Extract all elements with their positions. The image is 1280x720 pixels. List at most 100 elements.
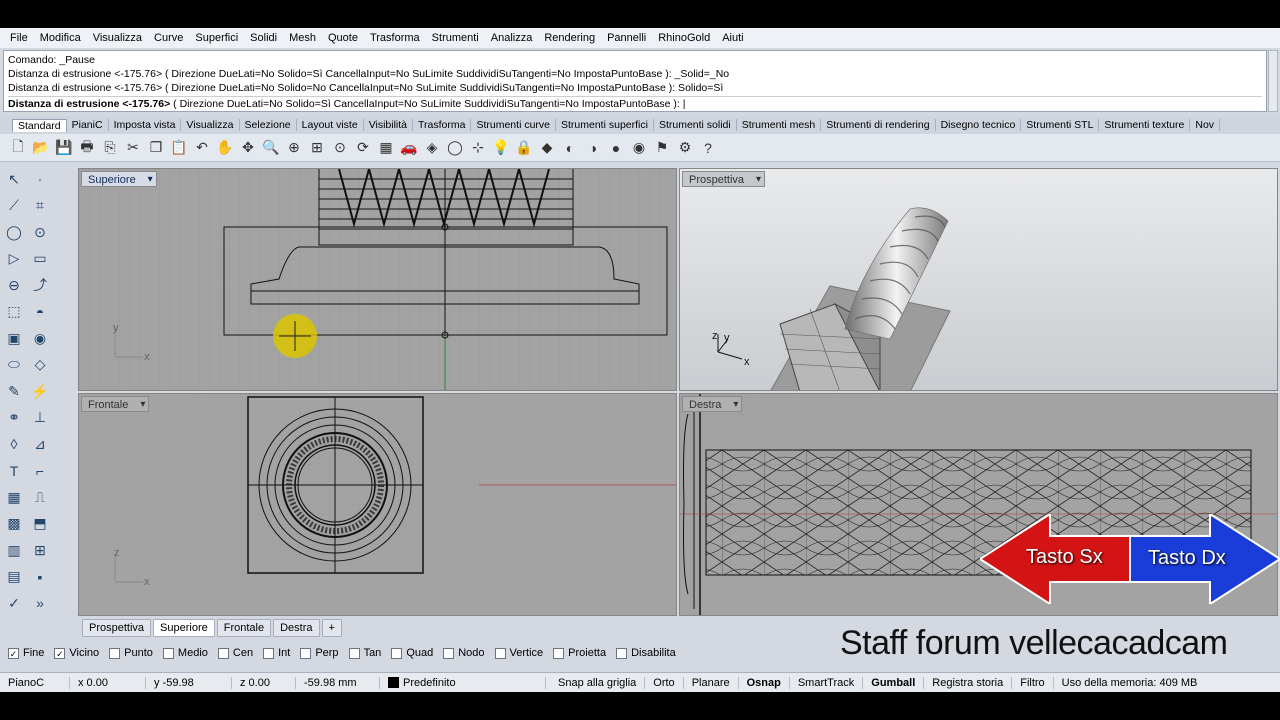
side-tool-14-icon[interactable]: ⬭ xyxy=(3,354,25,376)
side-tool-22-icon[interactable]: T xyxy=(3,460,25,482)
osnap-4[interactable]: Cen xyxy=(217,647,253,659)
open-icon[interactable]: 📂 xyxy=(31,138,51,158)
lock-icon[interactable]: 🔒 xyxy=(514,138,534,158)
menu-item-6[interactable]: Mesh xyxy=(283,32,322,44)
osnap-checkbox-11[interactable] xyxy=(553,647,565,659)
status-filter[interactable]: Filtro xyxy=(1012,676,1054,689)
tab-8[interactable]: Strumenti curve xyxy=(471,119,556,131)
side-tool-11-icon[interactable]: ◓ xyxy=(29,301,51,323)
tab-4[interactable]: Selezione xyxy=(240,119,297,131)
tab-15[interactable]: Strumenti texture xyxy=(1099,119,1191,131)
side-tool-6-icon[interactable]: ▷ xyxy=(3,248,25,270)
status-osnap[interactable]: Osnap xyxy=(739,676,790,689)
tab-5[interactable]: Layout viste xyxy=(297,119,364,131)
side-tool-26-icon[interactable]: ▩ xyxy=(3,513,25,535)
side-tool-31-icon[interactable]: ▪ xyxy=(29,566,51,588)
tab-12[interactable]: Strumenti di rendering xyxy=(821,119,936,131)
status-cplane[interactable]: PianoC xyxy=(0,676,70,689)
filter-icon[interactable]: ⚑ xyxy=(652,138,672,158)
tab-0[interactable]: Standard xyxy=(12,118,67,132)
zoom-window-icon[interactable]: ⊕ xyxy=(284,138,304,158)
osnap-1[interactable]: ✓ Vicino xyxy=(54,647,99,659)
side-tool-27-icon[interactable]: ⬒ xyxy=(29,513,51,535)
print-icon[interactable]: 🖶 xyxy=(77,138,97,158)
options-icon[interactable]: ⚙ xyxy=(675,138,695,158)
viewport-title-right[interactable]: Destra xyxy=(682,396,743,413)
command-prompt-options[interactable]: ( Direzione DueLati=No Solido=Sì Cancell… xyxy=(170,98,685,110)
side-tool-1-icon[interactable]: · xyxy=(29,168,51,190)
car-icon[interactable]: 🚗 xyxy=(399,138,419,158)
rotate-view-icon[interactable]: ⟳ xyxy=(353,138,373,158)
side-tool-4-icon[interactable]: ◯ xyxy=(3,221,25,243)
menu-item-10[interactable]: Analizza xyxy=(485,32,539,44)
osnap-checkbox-1[interactable]: ✓ xyxy=(54,647,66,659)
tab-7[interactable]: Trasforma xyxy=(413,119,472,131)
viewport-tab-1[interactable]: Superiore xyxy=(153,619,215,637)
osnap-checkbox-12[interactable] xyxy=(616,647,628,659)
light-icon[interactable]: 💡 xyxy=(491,138,511,158)
command-prompt[interactable]: Distanza di estrusione <-175.76> ( Direz… xyxy=(8,96,1262,111)
menu-item-5[interactable]: Solidi xyxy=(244,32,283,44)
osnap-2[interactable]: Punto xyxy=(109,647,153,659)
osnap-0[interactable]: ✓ Fine xyxy=(8,647,44,659)
osnap-checkbox-5[interactable] xyxy=(263,647,275,659)
menu-item-14[interactable]: Aiuti xyxy=(716,32,749,44)
menu-item-7[interactable]: Quote xyxy=(322,32,364,44)
menu-item-11[interactable]: Rendering xyxy=(538,32,601,44)
osnap-7[interactable]: Tan xyxy=(348,647,381,659)
side-tool-18-icon[interactable]: ⚭ xyxy=(3,407,25,429)
tab-11[interactable]: Strumenti mesh xyxy=(737,119,822,131)
viewport-title-front[interactable]: Frontale xyxy=(81,396,150,413)
side-tool-13-icon[interactable]: ◉ xyxy=(29,327,51,349)
side-tool-9-icon[interactable]: ⤴ xyxy=(29,274,51,296)
osnap-3[interactable]: Medio xyxy=(162,647,208,659)
menu-item-12[interactable]: Pannelli xyxy=(601,32,652,44)
tab-13[interactable]: Disegno tecnico xyxy=(936,119,1022,131)
side-tool-10-icon[interactable]: ⬚ xyxy=(3,301,25,323)
circle-icon[interactable]: ◯ xyxy=(445,138,465,158)
zoom-icon[interactable]: 🔍 xyxy=(261,138,281,158)
osnap-5[interactable]: Int xyxy=(263,647,290,659)
move-icon[interactable]: ✥ xyxy=(238,138,258,158)
status-gumball[interactable]: Gumball xyxy=(863,676,925,689)
viewport-title-top[interactable]: Superiore xyxy=(81,171,157,188)
side-tool-28-icon[interactable]: ▥ xyxy=(3,539,25,561)
tab-3[interactable]: Visualizza xyxy=(181,119,240,131)
osnap-6[interactable]: Perp xyxy=(300,647,339,659)
side-tool-8-icon[interactable]: ⊖ xyxy=(3,274,25,296)
zoom-extents-icon[interactable]: ⊞ xyxy=(307,138,327,158)
render-icon[interactable]: ◈ xyxy=(422,138,442,158)
viewport-perspective[interactable]: Prospettiva y x z xyxy=(679,168,1278,391)
viewport-tab-2[interactable]: Frontale xyxy=(216,619,272,637)
status-ortho[interactable]: Orto xyxy=(645,676,684,689)
status-grid-snap[interactable]: Snap alla griglia xyxy=(550,676,646,689)
tab-1[interactable]: PianiC xyxy=(67,119,109,131)
osnap-checkbox-8[interactable] xyxy=(391,647,403,659)
side-tool-7-icon[interactable]: ▭ xyxy=(29,248,51,270)
color-icon[interactable]: ◐ xyxy=(560,138,580,158)
sphere-icon[interactable]: ● xyxy=(606,138,626,158)
paste-icon[interactable]: 📋 xyxy=(169,138,189,158)
import-icon[interactable]: ⎘ xyxy=(100,138,120,158)
undo-icon[interactable]: ↶ xyxy=(192,138,212,158)
side-tool-2-icon[interactable]: ⟋ xyxy=(3,195,25,217)
tab-10[interactable]: Strumenti solidi xyxy=(654,119,737,131)
side-tool-29-icon[interactable]: ⊞ xyxy=(29,539,51,561)
side-tool-21-icon[interactable]: ⊿ xyxy=(29,433,51,455)
save-icon[interactable]: 💾 xyxy=(54,138,74,158)
layer-icon[interactable]: ◆ xyxy=(537,138,557,158)
copy-icon[interactable]: ❐ xyxy=(146,138,166,158)
menu-item-0[interactable]: File xyxy=(4,32,34,44)
osnap-checkbox-0[interactable]: ✓ xyxy=(8,647,19,659)
grid-icon[interactable]: ▦ xyxy=(376,138,396,158)
status-history[interactable]: Registra storia xyxy=(924,676,1013,689)
tab-9[interactable]: Strumenti superfici xyxy=(556,119,654,131)
viewport-front[interactable]: Frontale z x xyxy=(78,393,677,616)
side-tool-0-icon[interactable]: ↖ xyxy=(3,168,25,190)
viewport-title-perspective[interactable]: Prospettiva xyxy=(682,171,766,188)
menu-item-2[interactable]: Visualizza xyxy=(87,32,148,44)
side-tool-12-icon[interactable]: ▣ xyxy=(3,327,25,349)
new-icon[interactable]: 🗋 xyxy=(8,138,28,158)
side-tool-25-icon[interactable]: ⎍ xyxy=(29,486,51,508)
menu-item-9[interactable]: Strumenti xyxy=(426,32,485,44)
